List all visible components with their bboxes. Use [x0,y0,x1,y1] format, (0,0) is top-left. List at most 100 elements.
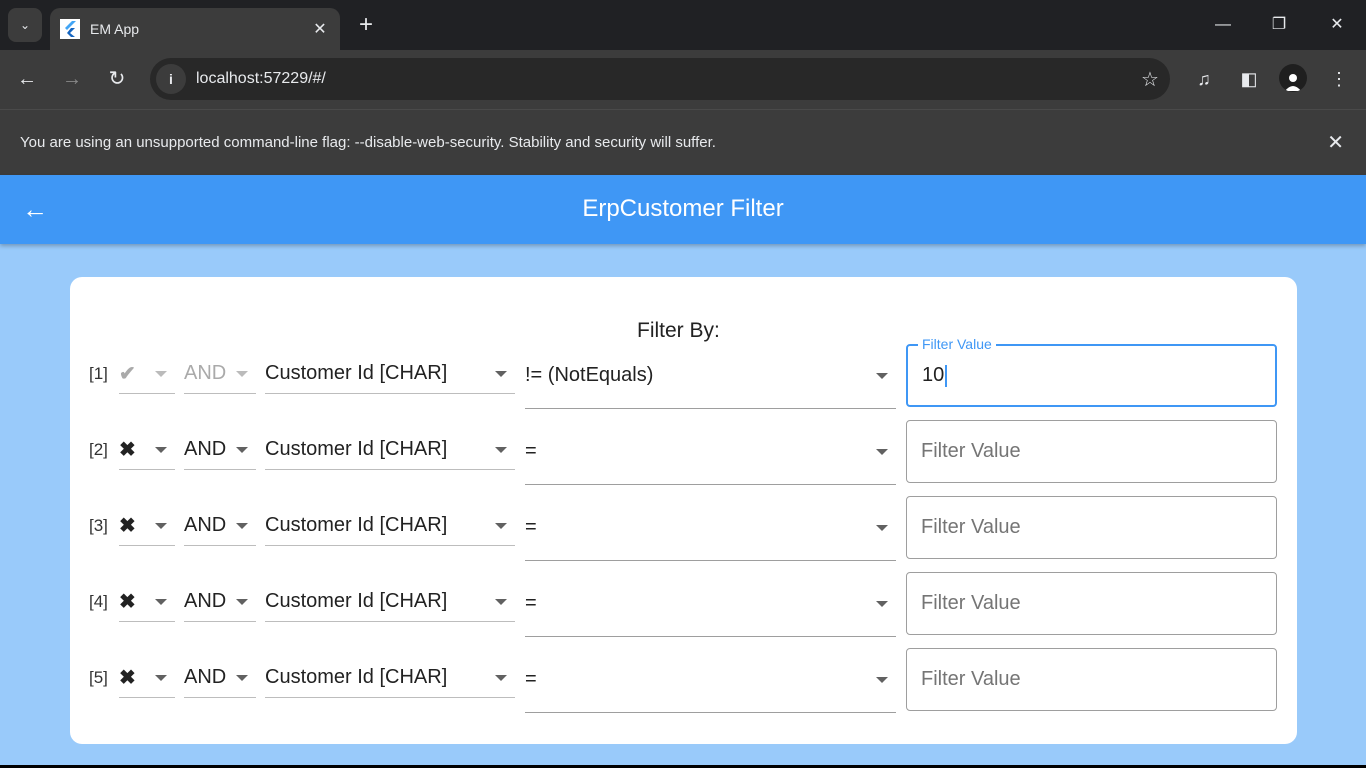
logic-dropdown[interactable]: AND [184,430,256,470]
tab-close-icon[interactable]: ✕ [310,19,330,39]
forward-nav-icon[interactable]: → [57,64,87,94]
caret-down-icon [155,598,167,605]
field-dropdown[interactable]: Customer Id [CHAR] [265,506,515,546]
window-close-icon[interactable]: ✕ [1322,10,1352,40]
filter-value-placeholder: Filter Value [921,592,1021,614]
field-value: Customer Id [CHAR] [265,438,448,460]
filter-value-label: Filter Value [918,336,996,352]
site-info-icon[interactable]: i [156,64,186,94]
profile-avatar-icon[interactable] [1279,64,1307,92]
warning-infobar: You are using an unsupported command-lin… [0,109,1366,175]
filter-value-input[interactable]: Filter Value [906,496,1277,559]
caret-down-icon [495,598,507,605]
filter-row: [5] ✖ AND Customer Id [CHAR] = Filter Va… [70,648,1297,713]
operator-value: = [525,516,537,538]
row-index: [3] [89,516,108,535]
infobar-close-icon[interactable]: ✕ [1327,130,1344,155]
menu-kebab-icon[interactable]: ⋮ [1324,64,1354,94]
caret-down-icon [876,601,888,607]
logic-value: AND [184,514,227,536]
field-value: Customer Id [CHAR] [265,514,448,536]
field-dropdown[interactable]: Customer Id [CHAR] [265,658,515,698]
tab-title: EM App [90,21,140,37]
browser-toolbar: ← → ↻ i localhost:57229/#/ ☆ ♫ ◧ ⋮ [0,50,1366,109]
caret-down-icon [155,522,167,529]
filter-row: [2] ✖ AND Customer Id [CHAR] = Filter Va… [70,420,1297,485]
logic-value: AND [184,362,227,384]
browser-tab[interactable]: EM App ✕ [50,8,340,50]
operator-value: != (NotEquals) [525,364,654,386]
operator-dropdown[interactable]: = [525,582,896,637]
enabled-dropdown[interactable]: ✖ [119,430,175,470]
enabled-dropdown[interactable]: ✔ [119,354,175,394]
field-dropdown[interactable]: Customer Id [CHAR] [265,354,515,394]
row-index: [4] [89,592,108,611]
operator-dropdown[interactable]: = [525,506,896,561]
checkmark-icon: ✔ [119,363,136,385]
logic-dropdown[interactable]: AND [184,582,256,622]
app-bar: ← ErpCustomer Filter [0,175,1366,244]
field-dropdown[interactable]: Customer Id [CHAR] [265,582,515,622]
filter-row: [3] ✖ AND Customer Id [CHAR] = Filter Va… [70,496,1297,561]
app-body: ← ErpCustomer Filter Filter By: [1] ✔ AN… [0,175,1366,765]
chevron-down-icon: ⌄ [19,18,31,32]
logic-value: AND [184,590,227,612]
filter-value-text: 10 [922,364,945,386]
restore-icon[interactable]: ❐ [1264,10,1294,40]
new-tab-button[interactable]: + [352,12,380,40]
operator-dropdown[interactable]: = [525,658,896,713]
logic-dropdown[interactable]: AND [184,354,256,394]
filter-value-input[interactable]: Filter Value 10 [906,336,1277,407]
caret-down-icon [495,674,507,681]
filter-value-placeholder: Filter Value [921,516,1021,538]
field-value: Customer Id [CHAR] [265,666,448,688]
row-index: [1] [89,364,108,383]
address-bar[interactable]: i localhost:57229/#/ ☆ [150,58,1170,100]
tab-search-button[interactable]: ⌄ [8,8,42,42]
flutter-favicon-icon [60,19,80,39]
caret-down-icon [236,598,248,605]
filter-value-input[interactable]: Filter Value [906,420,1277,483]
operator-dropdown[interactable]: = [525,430,896,485]
row-index: [5] [89,668,108,687]
operator-value: = [525,668,537,690]
caret-down-icon [495,370,507,377]
filter-value-input[interactable]: Filter Value [906,648,1277,711]
cross-icon: ✖ [119,667,136,689]
field-dropdown[interactable]: Customer Id [CHAR] [265,430,515,470]
caret-down-icon [155,370,167,377]
cross-icon: ✖ [119,439,136,461]
enabled-dropdown[interactable]: ✖ [119,582,175,622]
filter-card: Filter By: [1] ✔ AND Customer Id [CHAR] … [70,277,1297,744]
back-nav-icon[interactable]: ← [12,64,42,94]
filter-value-placeholder: Filter Value [921,668,1021,690]
caret-down-icon [495,522,507,529]
caret-down-icon [236,446,248,453]
filter-by-heading: Filter By: [637,319,720,342]
caret-down-icon [155,446,167,453]
infobar-message: You are using an unsupported command-lin… [20,134,716,151]
operator-dropdown[interactable]: != (NotEquals) [525,354,896,409]
minimize-icon[interactable]: — [1208,10,1238,40]
caret-down-icon [876,449,888,455]
page-title: ErpCustomer Filter [582,195,784,222]
logic-dropdown[interactable]: AND [184,506,256,546]
logic-value: AND [184,438,227,460]
enabled-dropdown[interactable]: ✖ [119,506,175,546]
caret-down-icon [876,677,888,683]
side-panel-icon[interactable]: ◧ [1234,64,1264,94]
url-text[interactable]: localhost:57229/#/ [196,70,1130,88]
caret-down-icon [876,525,888,531]
caret-down-icon [495,446,507,453]
operator-value: = [525,592,537,614]
cross-icon: ✖ [119,515,136,537]
bookmark-star-icon[interactable]: ☆ [1130,67,1170,92]
browser-tab-bar: ⌄ EM App ✕ + — ❐ ✕ [0,0,1366,50]
media-playlist-icon[interactable]: ♫ [1189,64,1219,94]
reload-icon[interactable]: ↻ [102,64,132,94]
enabled-dropdown[interactable]: ✖ [119,658,175,698]
caret-down-icon [155,674,167,681]
logic-dropdown[interactable]: AND [184,658,256,698]
field-value: Customer Id [CHAR] [265,362,448,384]
filter-value-input[interactable]: Filter Value [906,572,1277,635]
